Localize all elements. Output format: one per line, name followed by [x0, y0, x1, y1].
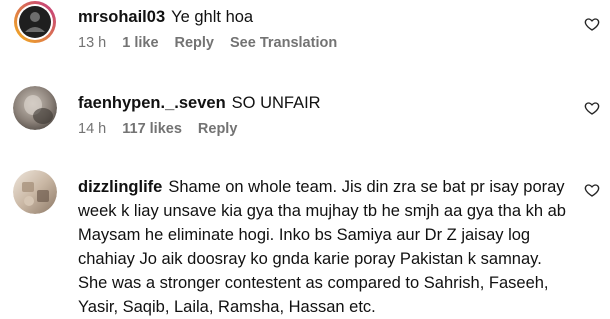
see-translation-button[interactable]: See Translation: [230, 35, 337, 51]
user-avatar-icon: [14, 1, 56, 43]
username[interactable]: mrsohail03: [78, 8, 165, 26]
likes-count[interactable]: 1 like: [122, 35, 158, 51]
comment-text: Shame on whole team. Jis din zra se bat …: [78, 178, 566, 316]
reply-button[interactable]: Reply: [198, 121, 238, 137]
heart-outline-icon[interactable]: [584, 16, 600, 32]
username[interactable]: dizzlinglife: [78, 178, 162, 196]
avatar[interactable]: [13, 0, 57, 44]
heart-outline-icon[interactable]: [584, 100, 600, 116]
avatar[interactable]: [13, 170, 57, 214]
reply-button[interactable]: Reply: [175, 35, 215, 51]
username[interactable]: faenhypen._.seven: [78, 94, 226, 112]
heart-outline-icon[interactable]: [584, 182, 600, 198]
comment-item: faenhypen._.seven SO UNFAIR 14 h 117 like…: [0, 86, 610, 146]
likes-count[interactable]: 117 likes: [122, 121, 182, 137]
user-avatar-icon: [13, 170, 57, 214]
comment-text: SO UNFAIR: [231, 94, 321, 112]
comment-item: mrsohail03 Ye ghlt hoa 13 h 1 like Reply …: [0, 0, 610, 70]
comment-text: Ye ghlt hoa: [171, 8, 254, 26]
timestamp[interactable]: 13 h: [78, 35, 106, 51]
timestamp[interactable]: 14 h: [78, 121, 106, 137]
avatar[interactable]: [13, 86, 57, 130]
user-avatar-icon: [13, 86, 57, 130]
comment-item: dizzlinglife Shame on whole team. Jis din…: [0, 170, 610, 316]
